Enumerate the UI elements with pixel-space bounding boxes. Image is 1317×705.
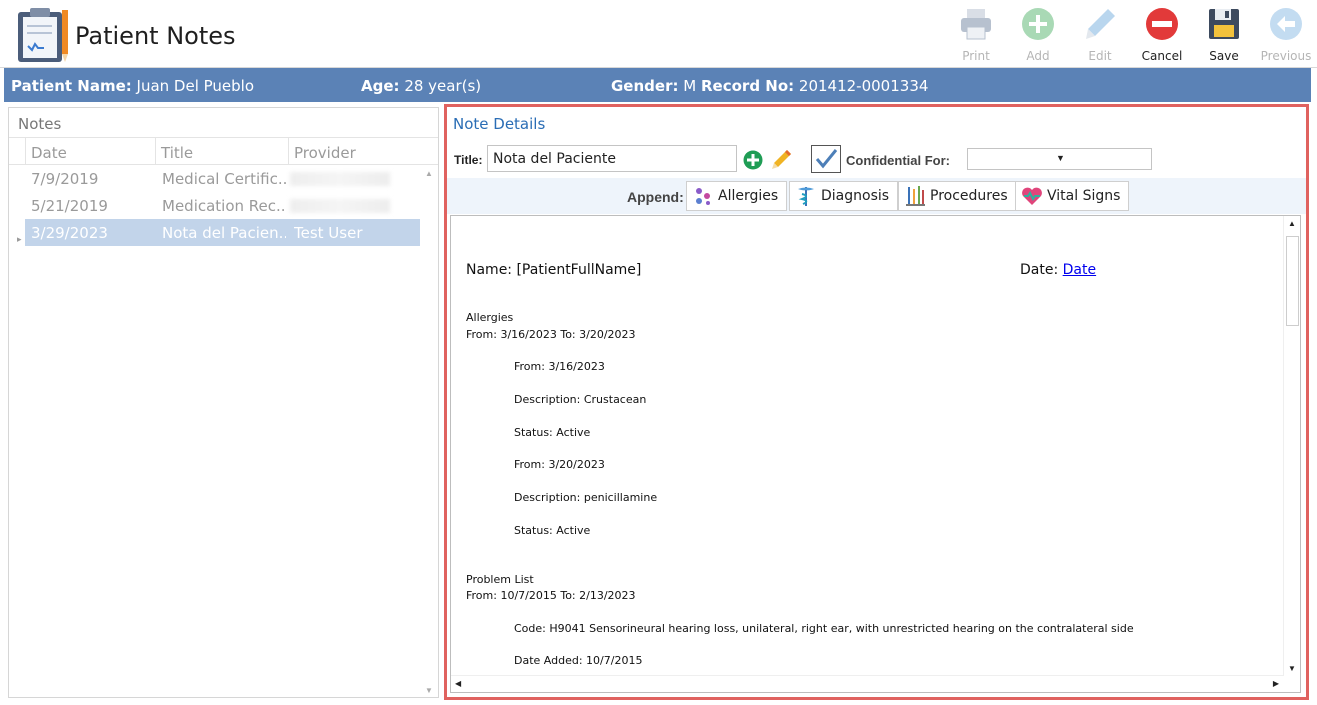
previous-button[interactable]: Previous [1255,4,1317,66]
document-line: Status: Active [514,426,591,439]
document-line: Description: penicillamine [514,491,658,504]
row-date: 3/29/2023 [31,224,108,242]
scroll-up-icon[interactable]: ▲ [1288,219,1296,228]
printer-icon [961,9,991,40]
document-line: From: 10/7/2015 To: 2/13/2023 [466,589,636,602]
column-header-date[interactable]: Date [31,144,67,162]
date-link[interactable]: Date [1063,262,1096,278]
document-line: From: 3/20/2023 [514,458,605,471]
document-line: From: 3/16/2023 To: 3/20/2023 [466,328,636,341]
append-procedures-button[interactable]: Procedures [898,181,1017,211]
clipboard-notes-icon [16,6,70,64]
add-circle-icon[interactable] [743,150,763,170]
edit-button[interactable]: Edit [1069,4,1131,66]
row-provider: Test User [294,224,363,242]
append-toolbar: Append: Allergies Diagnosis Procedures V… [447,178,1306,214]
pencil-icon[interactable] [771,148,793,170]
checkmark-icon [815,149,838,169]
patient-info-bar: Patient Name: Juan Del Pueblo Age: 28 ye… [4,68,1311,102]
notes-grid: Date Title Provider 7/9/2019 Medical Cer… [9,137,438,246]
note-details-panel: Note Details Title: Nota del Paciente Co… [444,104,1309,700]
title-label: Title: [454,153,483,167]
notes-scrollbar[interactable]: ▲ ▼ [422,165,436,695]
notes-title: Notes [18,115,62,133]
page-title: Patient Notes [75,22,236,50]
save-button[interactable]: Save [1193,4,1255,66]
add-button[interactable]: Add [1007,4,1069,66]
scroll-up-icon[interactable]: ▲ [425,169,433,178]
row-title: Medication Rec... [162,197,286,215]
table-row-selected[interactable]: 3/29/2023 Nota del Pacien... Test User [25,219,420,246]
document-line: From: 3/16/2023 [514,360,605,373]
document-vertical-scrollbar[interactable]: ▲ ▼ [1283,216,1300,676]
pencil-icon [1086,9,1115,39]
append-vital-signs-button[interactable]: Vital Signs [1015,181,1130,211]
confidential-checkbox[interactable] [811,145,841,173]
section-heading-allergies: Allergies [466,311,514,324]
plus-circle-icon [1022,8,1054,40]
document-line: Status: Active [514,524,591,537]
document-date: Date: Date [1020,262,1097,278]
patient-record-field: Record No: 201412-0001334 [701,77,929,95]
scroll-down-icon[interactable]: ▼ [425,686,433,695]
patient-name-field: Patient Name: Juan Del Pueblo [11,77,255,95]
patient-gender-field: Gender: M [611,77,697,95]
column-header-provider[interactable]: Provider [294,144,356,162]
caduceus-icon [798,187,814,206]
document-line: Code: H9041 Sensorineural hearing loss, … [514,622,1134,635]
scroll-down-icon[interactable]: ▼ [1288,664,1296,673]
pills-icon [696,188,710,205]
minus-circle-icon [1146,8,1178,40]
note-details-title: Note Details [453,115,546,133]
scrollbar-thumb[interactable] [1286,236,1299,326]
note-document-editor[interactable]: Name: [PatientFullName] Date: Date Aller… [450,215,1301,693]
title-row: Title: Nota del Paciente Confidential Fo… [447,143,1306,175]
floppy-disk-icon [1209,9,1239,39]
scroll-right-icon[interactable]: ▶ [1273,679,1279,688]
row-indicator-icon: ▸ [17,234,22,244]
print-button[interactable]: Print [945,4,1007,66]
title-input[interactable]: Nota del Paciente [487,145,737,172]
append-allergies-button[interactable]: Allergies [686,181,788,211]
column-header-title[interactable]: Title [161,144,193,162]
toolbar: Print Add Edit Cancel Save Previous [945,4,1317,66]
dropdown-arrow-icon: ▼ [1056,153,1065,163]
redacted-provider [290,199,390,213]
column-separator [288,138,289,165]
header: Patient Notes Print Add Edit Cancel Save… [0,0,1317,68]
document-patient-name: Name: [PatientFullName] [466,262,642,278]
confidential-dropdown[interactable]: ▼ [967,148,1152,170]
row-date: 5/21/2019 [31,197,108,215]
notes-panel: Notes Date Title Provider 7/9/2019 Medic… [8,107,439,698]
row-date: 7/9/2019 [31,170,99,188]
heart-pulse-icon [1022,187,1042,205]
document-horizontal-scrollbar[interactable]: ◀ ▶ [451,675,1283,692]
patient-age-field: Age: 28 year(s) [361,77,482,95]
cancel-button[interactable]: Cancel [1131,4,1193,66]
column-separator [25,138,26,165]
section-heading-problem-list: Problem List [466,573,534,586]
row-title: Nota del Pacien... [162,224,286,242]
table-row[interactable]: 5/21/2019 Medication Rec... [9,192,438,219]
column-separator [155,138,156,165]
surgical-tools-icon [906,186,925,206]
arrow-left-circle-icon [1270,8,1302,40]
row-title: Medical Certific... [162,170,286,188]
append-label: Append: [627,189,684,205]
redacted-provider [290,172,390,186]
document-content[interactable]: Name: [PatientFullName] Date: Date Aller… [451,216,1283,676]
table-row[interactable]: 7/9/2019 Medical Certific... [9,165,438,192]
scroll-left-icon[interactable]: ◀ [455,679,461,688]
notes-grid-header: Date Title Provider [9,137,438,165]
document-line: Description: Crustacean [514,393,647,406]
append-diagnosis-button[interactable]: Diagnosis [789,181,899,211]
document-line: Date Added: 10/7/2015 [514,654,643,667]
confidential-label: Confidential For: [846,153,950,168]
